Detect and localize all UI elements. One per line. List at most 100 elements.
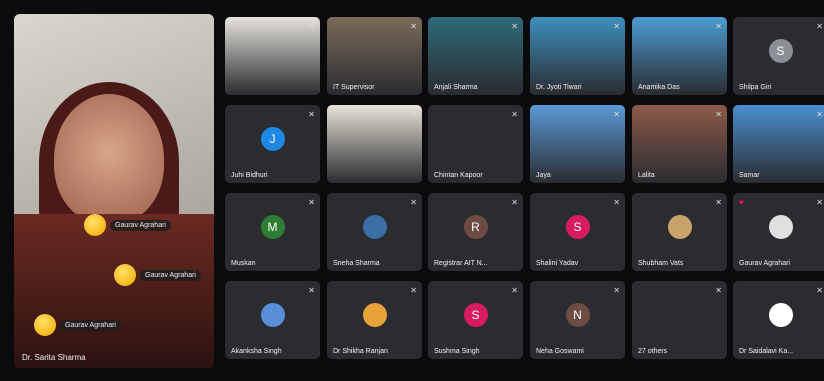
mic-muted-icon: ✕: [410, 198, 417, 207]
participant-name: Dr Saidalavi Ka...: [739, 348, 794, 355]
reaction-name: Gaurav Agrahari: [140, 269, 201, 281]
pinned-speaker-name: Dr. Sarita Sharma: [22, 353, 86, 362]
participant-name: Juhi Bidhuri: [231, 172, 268, 179]
participant-name: Lalita: [638, 172, 655, 179]
mic-muted-icon: ✕: [613, 198, 620, 207]
participant-tile[interactable]: ✕ Chintan Kapoor: [428, 105, 523, 183]
mic-muted-icon: ✕: [308, 198, 315, 207]
mic-muted-icon: ✕: [308, 110, 315, 119]
participant-tile[interactable]: S ✕ Shilpa Giri: [733, 17, 824, 95]
participant-name: Neha Goswami: [536, 348, 584, 355]
avatar: [768, 303, 793, 328]
mic-muted-icon: ✕: [410, 110, 417, 119]
participant-name: Dr. Jyoti Tiwari: [536, 84, 582, 91]
mic-muted-icon: ✕: [816, 198, 823, 207]
participant-name: Anjali Sharma: [434, 84, 478, 91]
reaction-1: Gaurav Agrahari: [84, 214, 171, 236]
participant-name: Sneha Sharma: [333, 260, 380, 267]
mic-muted-icon: ✕: [613, 110, 620, 119]
participant-tile[interactable]: ✕ Jaya: [530, 105, 625, 183]
participant-tile[interactable]: ✕ Shubham Vats: [632, 193, 727, 271]
mic-muted-icon: ✕: [715, 286, 722, 295]
avatar: [260, 303, 285, 328]
mic-muted-icon: ✕: [816, 286, 823, 295]
participant-tile[interactable]: J ✕ Juhi Bidhuri: [225, 105, 320, 183]
participant-tile[interactable]: S ✕ Shalini Yadav: [530, 193, 625, 271]
mic-muted-icon: ✕: [715, 22, 722, 31]
participant-tile[interactable]: ✕ Anamika Das: [632, 17, 727, 95]
avatar: J: [260, 127, 285, 152]
participant-tile[interactable]: ✕ Dr. Jyoti Tiwari: [530, 17, 625, 95]
participant-tile[interactable]: ✕ Samar: [733, 105, 824, 183]
participant-name: Anamika Das: [638, 84, 680, 91]
participant-tile[interactable]: R ✕ Registrar AIT N...: [428, 193, 523, 271]
participant-name: Samar: [739, 172, 760, 179]
participant-name: Registrar AIT N...: [434, 260, 488, 267]
participant-name: Jaya: [536, 172, 551, 179]
mic-muted-icon: ✕: [511, 286, 518, 295]
mic-muted-icon: ✕: [816, 110, 823, 119]
participant-tile[interactable]: ✕ Akanksha Singh: [225, 281, 320, 359]
participant-tile[interactable]: ♥ ✕ Gaurav Agrahari: [733, 193, 824, 271]
mic-muted-icon: ✕: [715, 198, 722, 207]
video-feed: [225, 17, 320, 95]
speaker-face: [54, 94, 164, 224]
avatar: [362, 215, 387, 240]
avatar: R: [463, 215, 488, 240]
participant-name: Akanksha Singh: [231, 348, 282, 355]
avatar: [768, 215, 793, 240]
mic-muted-icon: ✕: [613, 286, 620, 295]
mic-muted-icon: ✕: [613, 22, 620, 31]
mic-muted-icon: ✕: [511, 22, 518, 31]
participant-name: Shalini Yadav: [536, 260, 579, 267]
video-feed: [327, 105, 422, 183]
participant-name: Muskan: [231, 260, 256, 267]
avatar: [362, 303, 387, 328]
reaction-name: Gaurav Agrahari: [110, 219, 171, 231]
participant-tile[interactable]: N ✕ Neha Goswami: [530, 281, 625, 359]
reaction-2: Gaurav Agrahari: [114, 264, 201, 286]
mic-muted-icon: ✕: [410, 22, 417, 31]
speaker-body: [14, 214, 214, 368]
participant-tile[interactable]: ✕ Dr Shikha Ranjan: [327, 281, 422, 359]
reaction-name: Gaurav Agrahari: [60, 319, 121, 331]
participant-name: 27 others: [638, 348, 668, 355]
avatar: N: [565, 303, 590, 328]
avatar: [667, 215, 692, 240]
participant-name: Chintan Kapoor: [434, 172, 483, 179]
participant-tile[interactable]: M ✕ Muskan: [225, 193, 320, 271]
pinned-speaker-tile[interactable]: Gaurav Agrahari Gaurav Agrahari Gaurav A…: [14, 14, 214, 368]
participant-tile[interactable]: ✕ Dr Saidalavi Ka...: [733, 281, 824, 359]
mic-muted-icon: ✕: [511, 198, 518, 207]
participant-name: Dr Shikha Ranjan: [333, 348, 388, 355]
mic-muted-icon: ✕: [308, 22, 315, 31]
mic-muted-icon: ✕: [816, 22, 823, 31]
participant-name: IT Supervisor: [333, 84, 375, 91]
meeting-stage: Gaurav Agrahari Gaurav Agrahari Gaurav A…: [0, 0, 824, 381]
mic-muted-icon: ✕: [511, 110, 518, 119]
mic-muted-icon: ✕: [715, 110, 722, 119]
emoji-icon: [84, 214, 106, 236]
avatar: S: [463, 303, 488, 328]
participant-tile[interactable]: ✕: [225, 17, 320, 95]
participant-tile[interactable]: ✕: [327, 105, 422, 183]
emoji-icon: [34, 314, 56, 336]
participant-name: Shilpa Giri: [739, 84, 772, 91]
avatar: S: [768, 39, 793, 64]
participant-name: Gaurav Agrahari: [739, 260, 790, 267]
participant-name: Sushma Singh: [434, 348, 480, 355]
participant-tile[interactable]: S ✕ Sushma Singh: [428, 281, 523, 359]
mic-muted-icon: ✕: [308, 286, 315, 295]
reaction-3: Gaurav Agrahari: [34, 314, 121, 336]
heart-icon: ♥: [739, 198, 744, 207]
participant-tile[interactable]: ✕ Anjali Sharma: [428, 17, 523, 95]
participant-tile[interactable]: ✕ Lalita: [632, 105, 727, 183]
participant-name: Shubham Vats: [638, 260, 684, 267]
participant-tile[interactable]: ✕ Sneha Sharma: [327, 193, 422, 271]
avatar: M: [260, 215, 285, 240]
avatar: S: [565, 215, 590, 240]
participant-tile[interactable]: ✕ 27 others: [632, 281, 727, 359]
mic-muted-icon: ✕: [410, 286, 417, 295]
participant-tile[interactable]: ✕ IT Supervisor: [327, 17, 422, 95]
emoji-icon: [114, 264, 136, 286]
